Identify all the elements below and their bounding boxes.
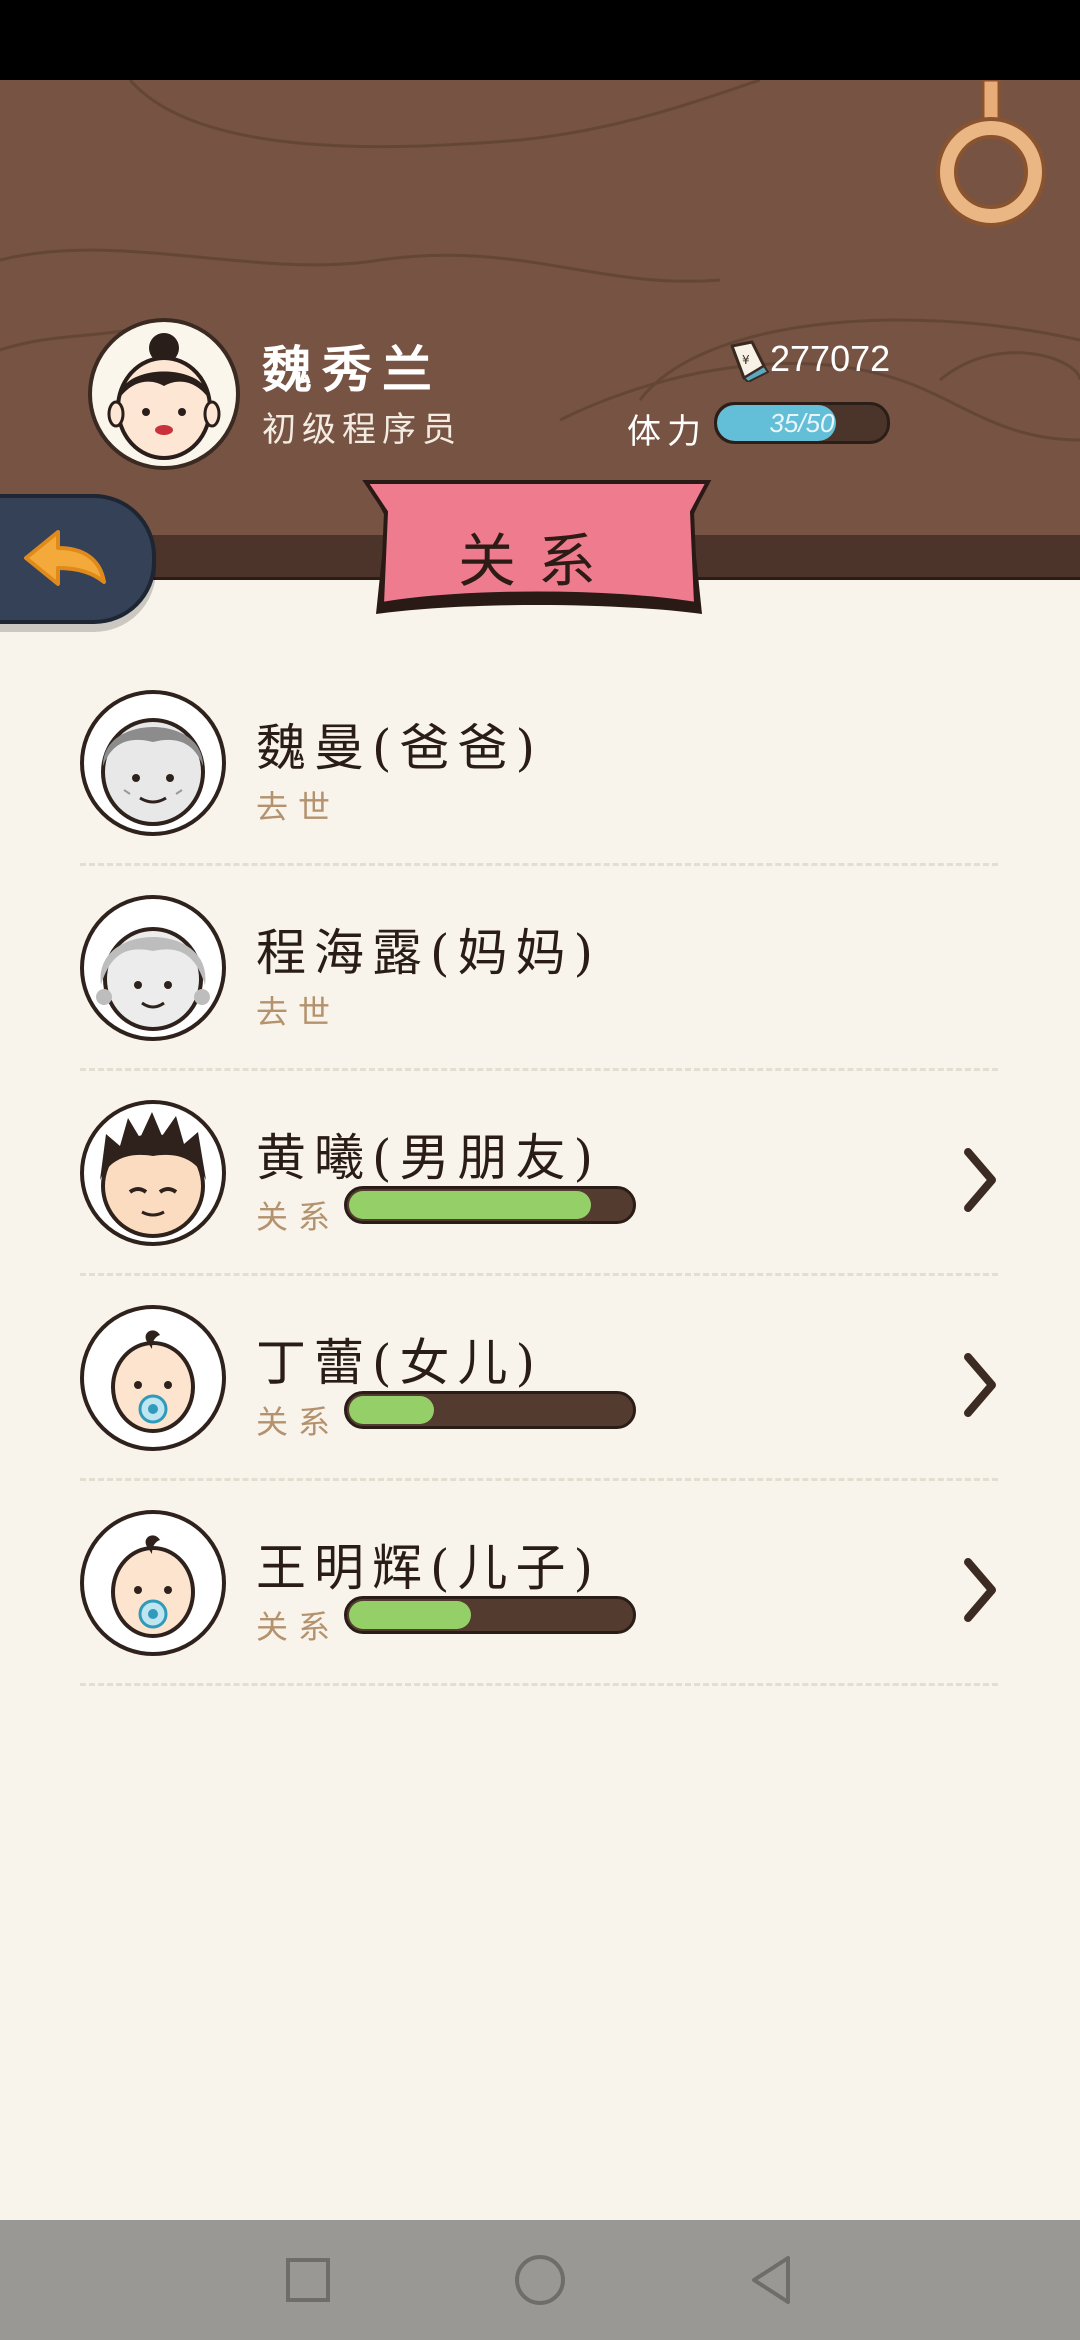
relation-name: 魏曼(爸爸) [256,719,544,777]
dashed-divider [80,863,998,866]
player-name: 魏秀兰 [262,340,442,399]
dashed-divider [80,1273,998,1276]
relation-status: 去世 [256,788,341,826]
triangle-back-icon[interactable] [744,2252,800,2308]
relation-bar-fill [349,1191,591,1219]
stamina-text: 35/50 [769,408,835,438]
player-avatar [88,318,240,470]
relation-name: 黄曦(男朋友) [256,1129,602,1187]
relation-row-boyfriend[interactable]: 黄曦(男朋友) 关系 [80,1096,998,1301]
system-nav-bar [0,2220,1080,2340]
chevron-right-icon[interactable] [960,1556,1000,1624]
relation-row-daughter[interactable]: 丁蕾(女儿) 关系 [80,1301,998,1506]
baby-avatar [80,1510,226,1656]
stamina-bar: 35/50 [714,402,890,444]
relation-row-son[interactable]: 王明辉(儿子) 关系 [80,1506,998,1711]
arrow-left-icon [24,530,106,586]
dashed-divider [80,1478,998,1481]
banknote-icon: ¥ [730,340,770,382]
relation-bar [344,1186,636,1224]
player-job-title: 初级程序员 [262,410,462,450]
relation-label: 关系 [256,1198,341,1236]
young-man-avatar [80,1100,226,1246]
relation-status: 去世 [256,993,341,1031]
baby-avatar [80,1305,226,1451]
relation-row-mother[interactable]: 程海露(妈妈) 去世 [80,891,998,1096]
svg-text:¥: ¥ [742,353,750,367]
page-title: 关系 [457,527,618,595]
chevron-right-icon[interactable] [960,1351,1000,1419]
relation-label: 关系 [256,1403,341,1441]
chevron-right-icon[interactable] [960,1146,1000,1214]
relation-bar [344,1596,636,1634]
relation-label: 关系 [256,1608,341,1646]
old-man-avatar [80,690,226,836]
relation-name: 程海露(妈妈) [256,924,602,982]
money-amount: 277072 [770,338,891,379]
square-icon[interactable] [280,2252,336,2308]
relation-name: 王明辉(儿子) [256,1539,602,1597]
stamina-label: 体力 [627,412,707,452]
relation-row-father[interactable]: 魏曼(爸爸) 去世 [80,686,998,891]
back-button[interactable] [0,494,156,624]
old-woman-avatar [80,895,226,1041]
relation-bar-fill [349,1601,471,1629]
status-bar [0,0,1080,80]
dashed-divider [80,1683,998,1686]
relation-name: 丁蕾(女儿) [256,1334,544,1392]
circle-icon[interactable] [512,2252,568,2308]
hanging-ring-icon [936,80,1046,227]
relation-bar [344,1391,636,1429]
dashed-divider [80,1068,998,1071]
relation-bar-fill [349,1396,434,1424]
